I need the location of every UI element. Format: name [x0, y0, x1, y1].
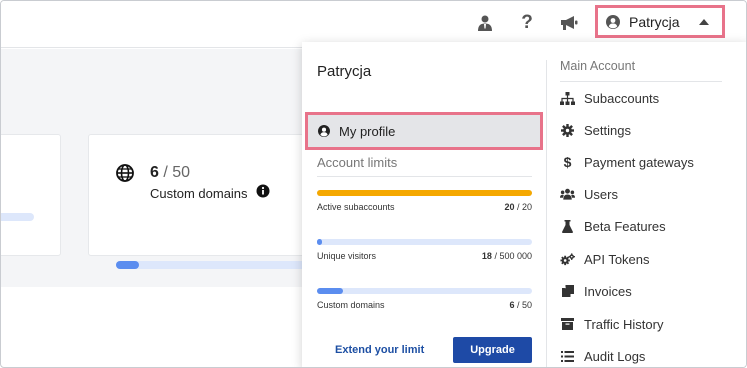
menu-item-label: Audit Logs	[584, 348, 646, 364]
app-window: 6 / 50 Custom domains ? Patrycja Patrycj…	[0, 0, 747, 368]
globe-icon	[116, 164, 134, 182]
limit-label: Active subaccounts	[317, 202, 395, 212]
custom-domains-card: 6 / 50 Custom domains	[88, 134, 318, 269]
menu-item-payment-gateways[interactable]: $ Payment gateways	[560, 152, 694, 172]
domain-count: 6 / 50	[150, 164, 191, 181]
divider	[317, 176, 532, 177]
divider	[560, 81, 722, 82]
account-limits-label: Account limits	[317, 155, 398, 170]
limit-value: 18 / 500 000	[481, 251, 532, 261]
main-account-heading: Main Account	[560, 59, 636, 73]
list-icon	[560, 350, 575, 362]
limit-card-partial	[1, 134, 61, 256]
user-circle-icon	[318, 125, 330, 137]
menu-item-label: Invoices	[584, 283, 632, 299]
limit-unique-visitors: Unique visitors 18 / 500 000	[317, 239, 532, 261]
top-bar: ? Patrycja	[1, 1, 746, 48]
extend-limit-link[interactable]: Extend your limit	[335, 344, 424, 356]
my-profile-item[interactable]: My profile	[305, 112, 543, 150]
menu-item-label: Users	[584, 186, 618, 202]
cogs-icon	[560, 252, 575, 266]
megaphone-icon[interactable]	[558, 12, 580, 34]
menu-item-traffic-history[interactable]: Traffic History	[560, 314, 663, 334]
user-dropdown-menu: Patrycja My profile Account limits Activ…	[302, 42, 746, 367]
dollar-icon: $	[563, 154, 572, 170]
limit-fill	[317, 190, 532, 196]
menu-item-label: Settings	[584, 122, 631, 138]
upgrade-button[interactable]: Upgrade	[453, 337, 532, 363]
gear-icon	[560, 123, 575, 137]
dropdown-title: Patrycja	[317, 63, 372, 80]
limit-value: 6 / 50	[509, 300, 532, 310]
sitemap-icon	[560, 91, 575, 105]
limit-fill	[317, 239, 323, 245]
menu-item-audit-logs[interactable]: Audit Logs	[560, 346, 645, 366]
menu-item-label: Traffic History	[584, 316, 664, 332]
users-icon	[560, 188, 575, 200]
menu-item-settings[interactable]: Settings	[560, 120, 631, 140]
user-tie-icon[interactable]	[474, 12, 496, 34]
menu-item-invoices[interactable]: Invoices	[560, 281, 632, 301]
archive-icon	[560, 318, 575, 330]
menu-item-beta-features[interactable]: Beta Features	[560, 216, 666, 236]
limit-active-subaccounts: Active subaccounts 20 / 20	[317, 190, 532, 212]
progress-track	[1, 213, 34, 221]
question-icon[interactable]: ?	[516, 12, 538, 34]
menu-item-label: Subaccounts	[584, 90, 660, 106]
menu-item-label: API Tokens	[584, 251, 650, 267]
menu-item-api-tokens[interactable]: API Tokens	[560, 249, 650, 269]
caret-up-icon	[698, 18, 709, 25]
user-circle-icon	[606, 14, 620, 29]
copy-icon	[560, 285, 575, 297]
user-menu-button[interactable]: Patrycja	[595, 5, 725, 38]
limit-label: Custom domains	[317, 300, 385, 310]
my-profile-label: My profile	[339, 123, 396, 139]
limit-label: Unique visitors	[317, 251, 377, 261]
card-label: Custom domains	[150, 186, 248, 201]
domains-progress-track	[116, 261, 306, 269]
vertical-divider	[546, 60, 547, 367]
user-name: Patrycja	[629, 13, 680, 30]
menu-item-users[interactable]: Users	[560, 184, 618, 204]
menu-item-label: Payment gateways	[584, 154, 694, 170]
info-icon[interactable]	[256, 184, 270, 198]
menu-item-label: Beta Features	[584, 218, 666, 234]
flask-icon	[560, 219, 575, 233]
menu-item-subaccounts[interactable]: Subaccounts	[560, 88, 659, 108]
domains-progress-fill	[116, 261, 139, 269]
limit-custom-domains: Custom domains 6 / 50	[317, 288, 532, 310]
limit-value: 20 / 20	[504, 202, 532, 212]
limit-fill	[317, 288, 343, 294]
